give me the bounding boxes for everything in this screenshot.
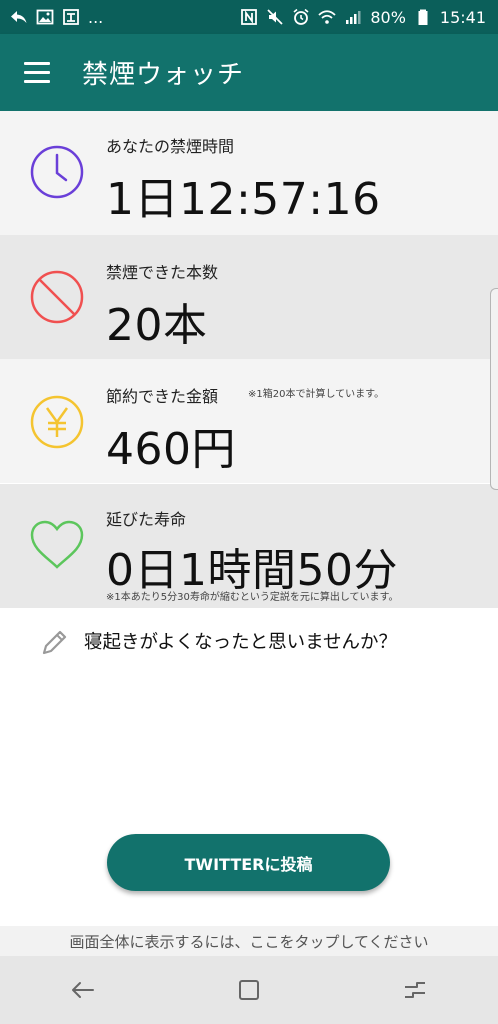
navigation-bar	[0, 956, 498, 1024]
status-bar-left: ...	[10, 8, 103, 27]
mute-icon	[266, 8, 284, 26]
status-bar-right: 80% 15:41	[240, 8, 486, 27]
app-bar: 禁煙ウォッチ	[0, 34, 498, 111]
battery-icon	[414, 8, 432, 26]
quit-time-label: あなたの禁煙時間	[106, 137, 235, 156]
money-value: 460円	[106, 424, 236, 475]
tip-row: 寝起きがよくなったと思いませんか？	[40, 626, 397, 656]
cigarettes-label: 禁煙できた本数	[106, 263, 219, 282]
cigarettes-value: 20本	[106, 300, 208, 351]
heart-icon	[28, 517, 86, 575]
home-icon[interactable]	[229, 970, 269, 1010]
life-card: 延びた寿命 0日1時間50分 ※1本あたり5分30寿命が縮むという定説を元に算出…	[0, 484, 498, 608]
quit-time-value: 1日12:57:16	[106, 174, 381, 225]
status-overflow: ...	[88, 7, 104, 27]
life-note: ※1本あたり5分30寿命が縮むという定説を元に算出しています。	[106, 592, 399, 603]
image-icon	[36, 8, 54, 26]
quit-time-card: あなたの禁煙時間 1日12:57:16	[0, 111, 498, 235]
cigarettes-card: 禁煙できた本数 20本	[0, 235, 498, 359]
money-label: 節約できた金額	[106, 387, 219, 406]
yen-icon	[28, 393, 86, 451]
tip-text: 寝起きがよくなったと思いませんか？	[84, 632, 398, 653]
battery-percent: 80%	[370, 7, 406, 27]
alarm-icon	[292, 8, 310, 26]
signal-icon	[344, 8, 362, 26]
app-title: 禁煙ウォッチ	[82, 60, 245, 90]
money-card: 節約できた金額 ※1箱20本で計算しています。 460円	[0, 359, 498, 483]
pencil-icon	[40, 626, 70, 656]
money-note: ※1箱20本で計算しています。	[248, 389, 385, 400]
post-to-twitter-button[interactable]: TWITTERに投稿	[107, 834, 390, 891]
fullscreen-hint[interactable]: 画面全体に表示するには、ここをタップしてください	[0, 926, 498, 956]
no-smoking-icon	[28, 268, 86, 326]
hamburger-menu-icon[interactable]	[24, 61, 54, 84]
reply-arrow-icon	[10, 8, 28, 26]
status-time: 15:41	[439, 7, 486, 27]
edge-panel-handle[interactable]	[490, 288, 498, 490]
status-bar: ... 80% 15:41	[0, 0, 498, 34]
wifi-icon	[318, 8, 336, 26]
notification-icon	[62, 8, 80, 26]
nfc-icon	[240, 8, 258, 26]
recents-icon[interactable]	[395, 970, 435, 1010]
life-label: 延びた寿命	[106, 510, 187, 529]
clock-icon	[28, 143, 86, 201]
back-icon[interactable]	[63, 970, 103, 1010]
